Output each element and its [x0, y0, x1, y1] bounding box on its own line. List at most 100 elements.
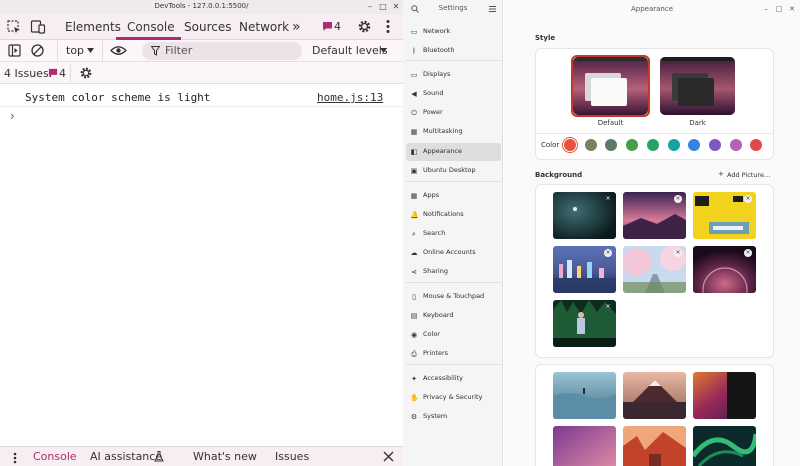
close-window-button[interactable]: ✕	[391, 2, 401, 12]
remove-wallpaper-icon[interactable]: ×	[674, 249, 682, 257]
remove-wallpaper-icon[interactable]: ×	[674, 195, 682, 203]
hamburger-menu-icon[interactable]	[489, 6, 496, 12]
style-dark-thumbnail[interactable]	[660, 57, 735, 115]
issues-label: 4 Issues:	[4, 67, 53, 80]
console-settings-gear-icon[interactable]	[79, 66, 93, 80]
remove-wallpaper-icon[interactable]: ×	[604, 195, 612, 203]
tab-sources[interactable]: Sources	[184, 14, 231, 40]
remove-wallpaper-icon[interactable]: ×	[744, 249, 752, 257]
wallpaper-thumbnail[interactable]	[693, 426, 756, 466]
tab-elements[interactable]: Elements	[65, 14, 121, 40]
issues-badge-icon[interactable]	[322, 21, 333, 32]
accent-color-swatch[interactable]	[626, 139, 639, 151]
more-options-icon[interactable]	[386, 19, 390, 34]
sidebar-item-network[interactable]: ▭ Network	[406, 23, 501, 41]
sidebar-item-printers[interactable]: ⎙ Printers	[406, 345, 501, 363]
sidebar-item-label: Displays	[423, 70, 451, 78]
sidebar-item-label: Keyboard	[423, 311, 454, 319]
drawer-tab-console[interactable]: Console	[33, 448, 77, 466]
sidebar-item-label: Printers	[423, 349, 449, 357]
issues-link-count[interactable]: 4	[59, 67, 66, 80]
sidebar-item-color[interactable]: ◉ Color	[406, 326, 501, 344]
close-window-button[interactable]: ✕	[787, 4, 797, 14]
flask-icon	[154, 451, 164, 462]
ubuntu-desktop-icon: ▣	[410, 167, 418, 175]
sidebar-item-online-accounts[interactable]: ☁ Online Accounts	[406, 244, 501, 262]
live-expression-eye-icon[interactable]	[110, 45, 127, 56]
context-selector[interactable]: top	[66, 44, 84, 57]
sidebar-item-label: Sharing	[423, 267, 448, 275]
sidebar-item-mouse-touchpad[interactable]: ▯ Mouse & Touchpad	[406, 288, 501, 306]
accent-color-swatch[interactable]	[646, 139, 659, 151]
background-section-label: Background	[535, 171, 583, 179]
drawer-tab-whats-new[interactable]: What's new	[193, 448, 257, 466]
notifications-icon: 🔔	[410, 211, 419, 219]
maximize-button[interactable]: □	[774, 4, 784, 14]
sidebar-item-system[interactable]: ⚙ System	[406, 408, 501, 426]
privacy-icon: ✋	[410, 394, 419, 402]
settings-title: Settings	[438, 4, 468, 12]
minimize-button[interactable]: –	[365, 2, 375, 12]
wallpaper-thumbnail[interactable]	[693, 372, 756, 419]
console-message-source-link[interactable]: home.js:13	[317, 91, 383, 104]
issues-link-icon[interactable]	[48, 68, 58, 78]
sidebar-item-notifications[interactable]: 🔔 Notifications	[406, 206, 501, 224]
tab-network[interactable]: Network	[239, 14, 289, 40]
sidebar-item-appearance[interactable]: ◧ Appearance	[406, 143, 501, 161]
wallpaper-thumbnail[interactable]	[623, 372, 686, 419]
filter-funnel-icon	[151, 46, 160, 56]
clear-console-icon[interactable]	[31, 44, 44, 57]
remove-wallpaper-icon[interactable]: ×	[604, 303, 612, 311]
log-levels-dropdown[interactable]: Default levels	[312, 44, 388, 57]
close-drawer-icon[interactable]	[383, 451, 394, 462]
accent-color-swatch[interactable]	[729, 139, 742, 151]
console-prompt[interactable]: ›	[10, 109, 15, 123]
sidebar-item-ubuntu-desktop[interactable]: ▣ Ubuntu Desktop	[406, 162, 501, 180]
sidebar-item-apps[interactable]: ▦ Apps	[406, 187, 501, 205]
sidebar-item-accessibility[interactable]: ✦ Accessibility	[406, 370, 501, 388]
remove-wallpaper-icon[interactable]: ×	[744, 195, 752, 203]
maximize-button[interactable]: □	[378, 2, 388, 12]
remove-wallpaper-icon[interactable]: ×	[604, 249, 612, 257]
add-picture-plus-icon[interactable]: +	[718, 170, 724, 178]
accent-color-swatch[interactable]	[564, 139, 576, 151]
accent-color-swatch[interactable]	[584, 139, 597, 151]
wallpaper-thumbnail[interactable]	[553, 372, 616, 419]
keyboard-icon: ▤	[410, 312, 418, 320]
inspect-element-icon[interactable]	[6, 19, 22, 35]
wallpaper-thumbnail[interactable]	[623, 426, 686, 466]
sidebar-toggle-icon[interactable]	[8, 44, 21, 57]
sidebar-item-label: Appearance	[423, 147, 463, 155]
issues-badge-count[interactable]: 4	[334, 20, 341, 33]
sidebar-item-label: Network	[423, 27, 451, 35]
drawer-tab-ai-assistance[interactable]: AI assistance	[90, 448, 162, 466]
more-tabs-button[interactable]: »	[292, 14, 301, 40]
settings-gear-icon[interactable]	[357, 19, 372, 34]
bluetooth-icon: ᛒ	[411, 47, 417, 55]
device-toolbar-icon[interactable]	[30, 19, 46, 35]
sidebar-item-power[interactable]: ⏻ Power	[406, 104, 501, 122]
power-icon: ⏻	[411, 109, 417, 117]
sidebar-item-search[interactable]: ⌕ Search	[406, 225, 501, 243]
sidebar-item-label: Multitasking	[423, 127, 463, 135]
printer-icon: ⎙	[411, 350, 417, 358]
sidebar-item-label: Power	[423, 108, 443, 116]
minimize-button[interactable]: –	[761, 4, 771, 14]
drawer-menu-icon[interactable]	[13, 452, 17, 464]
sidebar-item-displays[interactable]: ▭ Displays	[406, 66, 501, 84]
card-divider	[536, 133, 773, 134]
sidebar-item-keyboard[interactable]: ▤ Keyboard	[406, 307, 501, 325]
accent-color-swatch[interactable]	[708, 139, 721, 151]
wallpaper-thumbnail[interactable]	[553, 426, 616, 466]
sidebar-item-multitasking[interactable]: ▦ Multitasking	[406, 123, 501, 141]
sidebar-item-privacy-security[interactable]: ✋ Privacy & Security	[406, 389, 501, 407]
sidebar-item-label: Notifications	[423, 210, 464, 218]
style-default-thumbnail[interactable]	[573, 57, 648, 115]
sidebar-item-sharing[interactable]: ⋖ Sharing	[406, 263, 501, 281]
sidebar-item-bluetooth[interactable]: ᛒ Bluetooth	[406, 42, 501, 60]
sidebar-item-sound[interactable]: ◀ Sound	[406, 85, 501, 103]
add-picture-button[interactable]: Add Picture…	[727, 171, 771, 179]
accent-color-swatch[interactable]	[667, 139, 680, 151]
display-icon: ▭	[410, 71, 418, 79]
drawer-tab-issues[interactable]: Issues	[275, 448, 309, 466]
